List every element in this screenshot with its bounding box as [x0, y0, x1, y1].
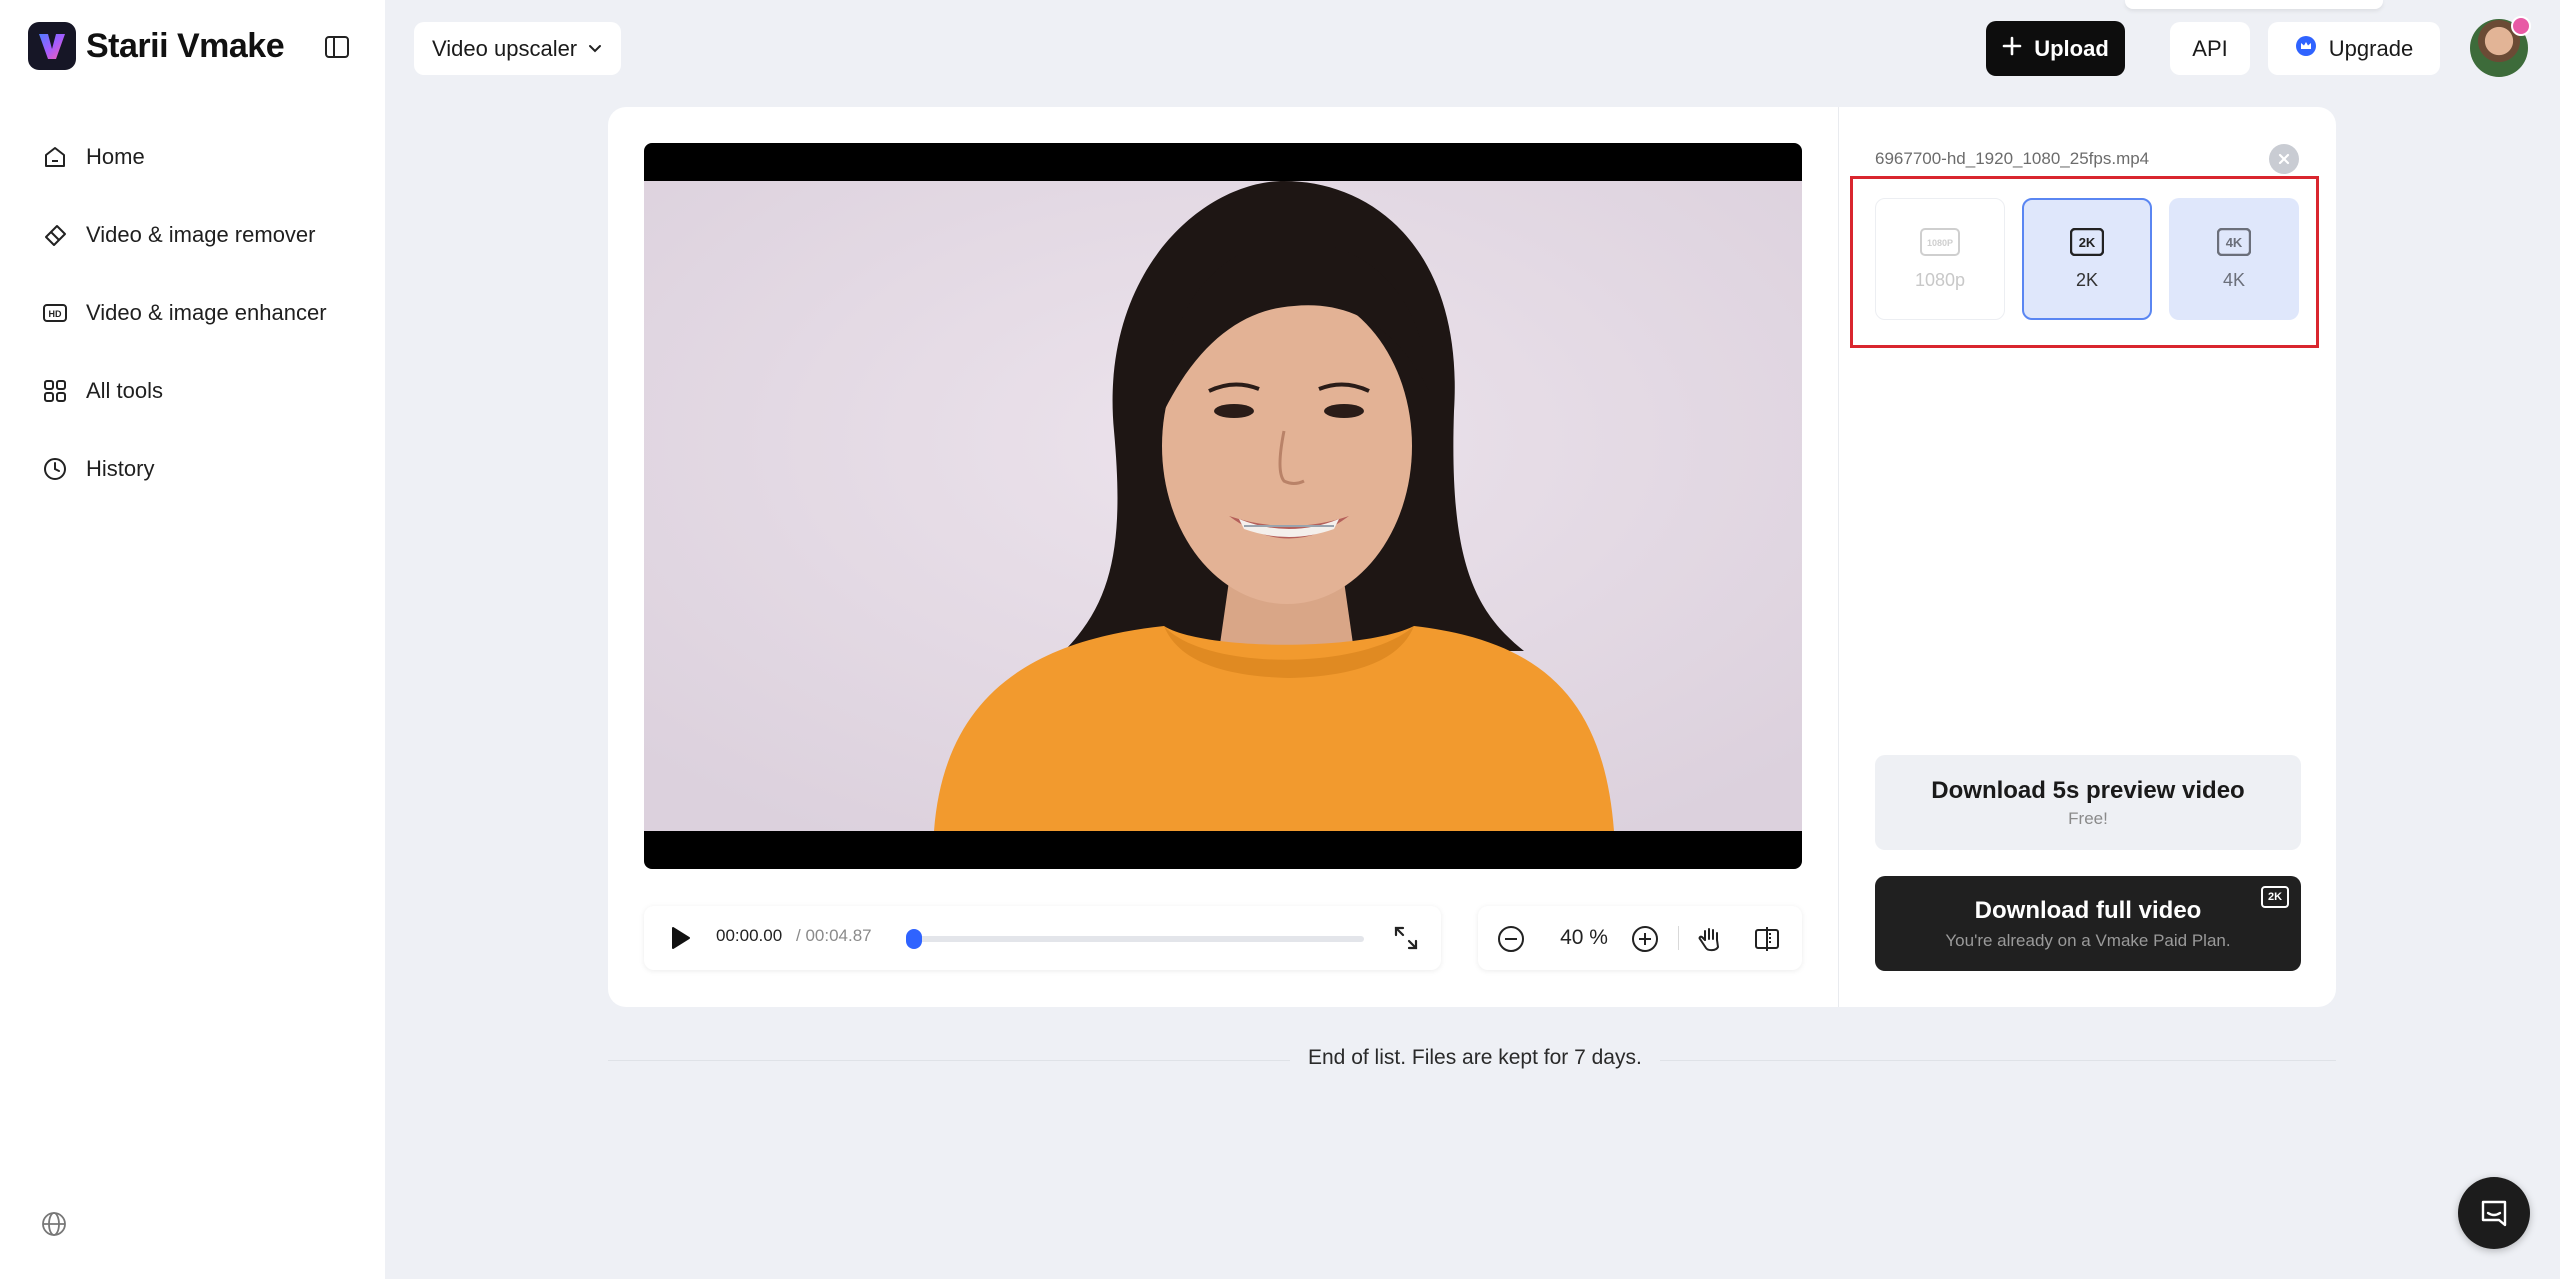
- sidebar-nav: Home Video & image remover HD Video & im…: [0, 118, 385, 508]
- avatar[interactable]: [2470, 16, 2531, 77]
- upgrade-label: Upgrade: [2328, 35, 2414, 61]
- sidebar-item-label: History: [86, 456, 155, 481]
- crown-icon: [2295, 35, 2317, 63]
- download-preview-title: Download 5s preview video: [1931, 776, 2245, 804]
- seek-thumb[interactable]: [906, 929, 922, 949]
- sidebar-item-enhancer[interactable]: HD Video & image enhancer: [0, 274, 385, 352]
- download-full-subtitle: You're already on a Vmake Paid Plan.: [1945, 930, 2231, 950]
- upload-button[interactable]: Upload: [1986, 21, 2125, 76]
- chat-support-button[interactable]: [2458, 1177, 2530, 1249]
- brand[interactable]: Starii Vmake: [28, 22, 285, 70]
- top-popover: [2125, 0, 2383, 9]
- notification-badge: [2511, 16, 2531, 36]
- sidebar-item-remover[interactable]: Video & image remover: [0, 196, 385, 274]
- zoom-divider: [1678, 926, 1679, 950]
- upload-label: Upload: [2034, 35, 2109, 61]
- sidebar-item-label: All tools: [86, 378, 164, 403]
- player-controls: 00:00.00 / 00:04.87: [644, 906, 1441, 970]
- zoom-out-icon[interactable]: [1496, 924, 1526, 954]
- sidebar-toggle-icon[interactable]: [322, 32, 352, 62]
- grid-icon: [40, 376, 70, 406]
- resolution-badge: 2K: [2261, 886, 2289, 908]
- api-button[interactable]: API: [2170, 22, 2250, 75]
- download-preview-subtitle: Free!: [2068, 808, 2108, 828]
- sidebar-item-history[interactable]: History: [0, 430, 385, 508]
- end-of-list-text: End of list. Files are kept for 7 days.: [1290, 1046, 1660, 1070]
- chat-icon: [2481, 1200, 2507, 1227]
- hd-icon: HD: [40, 298, 70, 328]
- resolution-highlight-box: [1850, 176, 2319, 348]
- video-frame: [644, 181, 1802, 831]
- brand-name: Starii Vmake: [86, 26, 285, 65]
- plus-icon: [2002, 36, 2022, 62]
- zoom-value: 40 %: [1560, 926, 1608, 949]
- tool-select-label: Video upscaler: [432, 35, 578, 61]
- video-preview[interactable]: [644, 143, 1802, 869]
- clock-icon: [40, 454, 70, 484]
- sidebar-item-label: Video & image enhancer: [86, 300, 327, 325]
- download-full-title: Download full video: [1974, 896, 2202, 924]
- hand-pan-icon[interactable]: [1696, 924, 1726, 954]
- sidebar-item-label: Home: [86, 144, 145, 169]
- chevron-down-icon: [587, 36, 603, 62]
- current-time: 00:00.00: [716, 926, 783, 945]
- vmake-logo-icon: [28, 22, 76, 70]
- home-icon: [40, 142, 70, 172]
- compare-split-icon[interactable]: [1752, 924, 1782, 954]
- download-preview-button[interactable]: Download 5s preview video Free!: [1875, 755, 2301, 850]
- download-full-button[interactable]: 2K Download full video You're already on…: [1875, 876, 2301, 971]
- svg-text:HD: HD: [49, 309, 62, 319]
- api-label: API: [2192, 35, 2228, 61]
- sidebar-item-all-tools[interactable]: All tools: [0, 352, 385, 430]
- sidebar-item-label: Video & image remover: [86, 222, 316, 247]
- sidebar-item-home[interactable]: Home: [0, 118, 385, 196]
- file-name: 6967700-hd_1920_1080_25fps.mp4: [1875, 149, 2150, 168]
- globe-icon[interactable]: [40, 1210, 68, 1238]
- seek-bar[interactable]: [906, 929, 1364, 949]
- fullscreen-icon[interactable]: [1392, 924, 1420, 952]
- card-divider: [1838, 107, 1839, 1007]
- play-icon[interactable]: [666, 924, 694, 952]
- eraser-icon: [40, 220, 70, 250]
- sidebar: Starii Vmake Home Video & image remover …: [0, 0, 385, 1279]
- zoom-in-icon[interactable]: [1630, 924, 1660, 954]
- total-time: / 00:04.87: [796, 926, 872, 945]
- tool-select-dropdown[interactable]: Video upscaler: [414, 22, 622, 75]
- zoom-controls: 40 %: [1478, 906, 1802, 970]
- close-icon[interactable]: [2269, 144, 2299, 174]
- upgrade-button[interactable]: Upgrade: [2268, 22, 2440, 75]
